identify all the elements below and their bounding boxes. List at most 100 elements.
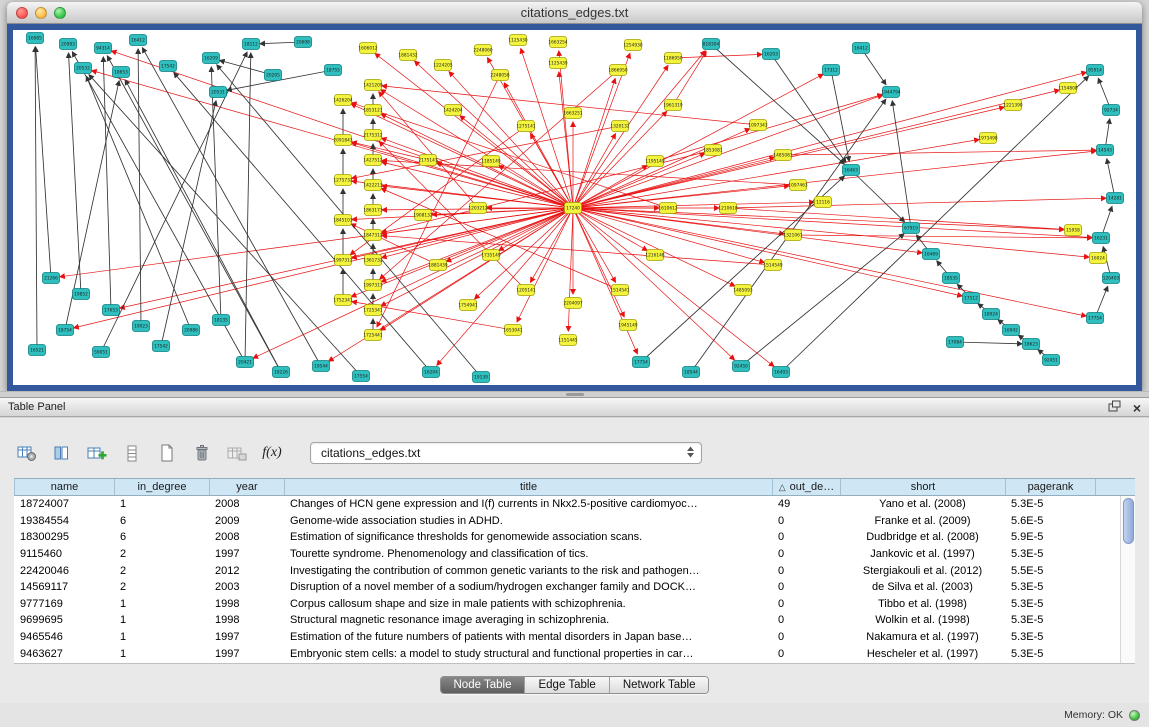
column-header-title[interactable]: title xyxy=(285,479,773,495)
graph-node[interactable]: 67919 xyxy=(903,223,920,234)
graph-node[interactable]: 1321061 xyxy=(783,230,802,241)
column-header-name[interactable]: name xyxy=(15,479,115,495)
graph-node[interactable]: 18653 xyxy=(113,67,130,78)
graph-node[interactable]: 16412 xyxy=(853,43,870,54)
row-height-button[interactable] xyxy=(119,441,145,465)
graph-node[interactable]: 17312 xyxy=(823,65,840,76)
graph-node[interactable]: 16985 xyxy=(27,33,44,44)
graph-node[interactable]: 19139 xyxy=(473,372,490,383)
close-window-button[interactable] xyxy=(16,7,28,19)
graph-node[interactable]: 1653041 xyxy=(503,325,522,336)
graph-node[interactable]: 1754941 xyxy=(458,300,477,311)
table-row[interactable]: 1830029562008Estimation of significance … xyxy=(14,529,1135,546)
graph-node[interactable]: 1151445 xyxy=(558,335,577,346)
graph-node[interactable]: 1881439 xyxy=(428,260,447,271)
delete-column-button[interactable] xyxy=(189,441,215,465)
graph-node[interactable]: 120403 xyxy=(1103,273,1120,284)
table-row[interactable]: 977716911998Corpus callosum shape and si… xyxy=(14,596,1135,613)
graph-node[interactable]: 1186950 xyxy=(663,53,682,64)
graph-node[interactable]: 1663254 xyxy=(548,37,567,48)
graph-node[interactable]: 1610612 xyxy=(658,203,677,214)
graph-node[interactable]: 1203212 xyxy=(468,203,487,214)
table-mode-button[interactable] xyxy=(14,441,40,465)
graph-node[interactable]: 16412 xyxy=(130,35,147,46)
create-column-button[interactable] xyxy=(84,441,110,465)
graph-node[interactable]: 18755 xyxy=(325,65,342,76)
graph-node[interactable]: 20531 xyxy=(210,87,227,98)
table-row[interactable]: 969969511998Structural magnetic resonanc… xyxy=(14,612,1135,629)
graph-node[interactable]: 1845103 xyxy=(333,215,352,226)
window-titlebar[interactable]: citations_edges.txt xyxy=(7,2,1142,24)
graph-node[interactable]: 95914 xyxy=(1087,65,1104,76)
graph-node[interactable]: 17084 xyxy=(947,337,964,348)
graph-node[interactable]: 16463 xyxy=(843,165,860,176)
table-row[interactable]: 1872400712008Changes of HCN gene express… xyxy=(14,496,1135,513)
graph-node[interactable]: 17512 xyxy=(963,293,980,304)
graph-node[interactable]: 17754 xyxy=(633,357,650,368)
graph-node[interactable]: 1853081 xyxy=(703,145,722,156)
graph-node[interactable]: 17554 xyxy=(353,371,370,382)
graph-node[interactable]: 59051 xyxy=(93,347,110,358)
graph-node[interactable]: 16493 xyxy=(773,367,790,378)
graph-node[interactable]: 12116 xyxy=(815,197,832,208)
vertical-scrollbar[interactable] xyxy=(1120,496,1135,663)
graph-node[interactable]: 18924 xyxy=(983,309,1000,320)
graph-node[interactable]: 16024 xyxy=(1090,253,1107,264)
zoom-window-button[interactable] xyxy=(54,7,66,19)
graph-node[interactable]: 1944794 xyxy=(881,87,900,98)
graph-node[interactable]: 1725341 xyxy=(363,305,382,316)
graph-node[interactable]: 1275732 xyxy=(333,175,352,186)
graph-node[interactable]: 16521 xyxy=(29,345,46,356)
minimize-window-button[interactable] xyxy=(35,7,47,19)
table-row[interactable]: 1456911722003Disruption of a novel membe… xyxy=(14,579,1135,596)
graph-node[interactable]: 1185149 xyxy=(481,156,500,167)
import-table-button[interactable] xyxy=(224,441,250,465)
table-row[interactable]: 911546021997Tourette syndrome. Phenomeno… xyxy=(14,546,1135,563)
graph-node[interactable]: 16942 xyxy=(1003,325,1020,336)
graph-node[interactable]: 20986 xyxy=(183,325,200,336)
graph-node[interactable]: 21266 xyxy=(43,273,60,284)
graph-node[interactable]: 1908132 xyxy=(413,210,432,221)
graph-node[interactable]: 1216148 xyxy=(645,250,664,261)
graph-node[interactable]: 1422213 xyxy=(363,180,382,191)
graph-node[interactable]: 2248058 xyxy=(490,70,509,81)
graph-node[interactable]: 94314 xyxy=(95,43,112,54)
graph-node[interactable]: 1210618 xyxy=(718,203,737,214)
graph-node[interactable]: 2248060 xyxy=(473,45,492,56)
float-panel-icon[interactable] xyxy=(1108,399,1121,417)
graph-node[interactable]: 2175141 xyxy=(418,155,437,166)
graph-node[interactable]: 1863173 xyxy=(363,205,382,216)
graph-node[interactable]: 20421 xyxy=(237,357,254,368)
graph-node[interactable]: 15958 xyxy=(1065,225,1082,236)
graph-node[interactable]: 1997312 xyxy=(333,255,352,266)
graph-node[interactable]: 18623 xyxy=(1023,339,1040,350)
column-header-year[interactable]: year xyxy=(210,479,285,495)
graph-node[interactable]: 14543 xyxy=(1097,145,1114,156)
graph-node[interactable]: 18112 xyxy=(243,39,260,50)
graph-node[interactable]: 1866950 xyxy=(608,65,627,76)
tab-edge-table[interactable]: Edge Table xyxy=(524,677,608,693)
graph-node[interactable]: 18535 xyxy=(943,273,960,284)
graph-node[interactable]: 1426204 xyxy=(333,95,352,106)
column-header-out-de-[interactable]: △out_de… xyxy=(773,479,841,495)
graph-node[interactable]: 18135 xyxy=(213,315,230,326)
graph-node[interactable]: 20983 xyxy=(60,39,77,50)
table-row[interactable]: 1938455462009Genome-wide association stu… xyxy=(14,513,1135,530)
tab-node-table[interactable]: Node Table xyxy=(441,677,525,693)
graph-node[interactable]: 1427512 xyxy=(363,155,382,166)
graph-node[interactable]: 818304 xyxy=(703,39,720,50)
graph-node[interactable]: 19544 xyxy=(313,361,330,372)
graph-node[interactable]: 1961319 xyxy=(663,100,682,111)
graph-node[interactable]: 20532 xyxy=(75,63,92,74)
graph-node[interactable]: 1275141 xyxy=(516,121,535,132)
graph-node[interactable]: 1154808 xyxy=(1058,83,1077,94)
graph-node[interactable]: 1424204 xyxy=(443,105,462,116)
graph-node[interactable]: 1997313 xyxy=(363,280,382,291)
graph-node[interactable]: 1725441 xyxy=(363,330,382,341)
graph-node[interactable]: 1853121 xyxy=(363,105,382,116)
graph-node[interactable]: 1195149 xyxy=(645,156,664,167)
graph-node[interactable]: 17240 xyxy=(565,203,582,214)
tab-network-table[interactable]: Network Table xyxy=(609,677,709,693)
graph-node[interactable]: 20698 xyxy=(295,37,312,48)
graph-node[interactable]: 1205141 xyxy=(516,285,535,296)
